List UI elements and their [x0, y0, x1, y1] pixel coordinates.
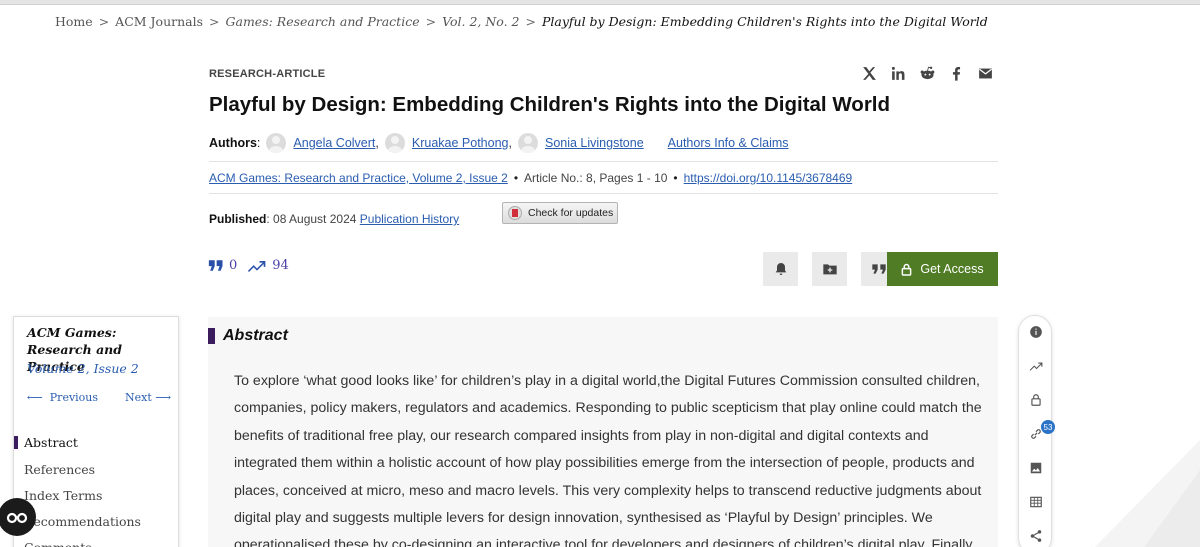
avatar: [384, 133, 405, 153]
side-tool-rail: 53: [1018, 315, 1055, 547]
toc-item-references[interactable]: References: [14, 456, 178, 482]
tables-icon[interactable]: [1028, 494, 1044, 510]
quote-icon: [871, 264, 886, 274]
figures-image-icon[interactable]: [1028, 460, 1044, 476]
authors-label: Authors: [209, 136, 257, 150]
breadcrumb-journal[interactable]: Games: Research and Practice: [226, 14, 420, 29]
breadcrumb-separator: >: [425, 14, 437, 29]
next-article-link[interactable]: Next ⟶: [125, 391, 171, 404]
facebook-icon[interactable]: [947, 64, 966, 83]
next-label: Next: [125, 391, 152, 404]
toc-item-comments[interactable]: Comments: [14, 534, 178, 547]
folder-plus-icon: [822, 264, 837, 275]
arrow-right-icon: ⟶: [155, 391, 172, 404]
article-info: Article No.: 8, Pages 1 - 10: [524, 171, 668, 185]
top-border: [0, 0, 1200, 5]
background-decoration: [1094, 440, 1200, 547]
glasses-icon: [6, 512, 28, 524]
venue-link[interactable]: ACM Games: Research and Practice, Volume…: [209, 171, 508, 185]
share-bar: [860, 64, 995, 83]
author-sonia-livingstone: Sonia Livingstone: [517, 133, 644, 153]
author-link[interactable]: Sonia Livingstone: [545, 136, 644, 150]
abstract-section: Abstract To explore ‘what good looks lik…: [208, 317, 998, 547]
references-link-icon[interactable]: 53: [1028, 420, 1055, 442]
metrics-trend-icon[interactable]: [1028, 358, 1044, 374]
published-date: 08 August 2024: [273, 212, 357, 226]
author-angela-colvert: Angela Colvert,: [266, 133, 379, 153]
article-title: Playful by Design: Embedding Children's …: [209, 93, 891, 116]
author-kruakae-pothong: Kruakae Pothong,: [384, 133, 512, 153]
email-icon[interactable]: [976, 64, 995, 83]
breadcrumb-separator: >: [209, 14, 220, 29]
toc-item-recommendations[interactable]: Recommendations: [14, 508, 178, 534]
previous-article-link[interactable]: ⟵ Previous: [27, 391, 98, 404]
author-link[interactable]: Angela Colvert: [293, 136, 375, 150]
toc-list: Abstract References Index Terms Recommen…: [14, 430, 178, 547]
linkedin-icon[interactable]: [889, 64, 908, 83]
breadcrumb: Home > ACM Journals > Games: Research and Pr…: [55, 14, 988, 29]
action-buttons: [763, 252, 896, 286]
avatar: [517, 133, 538, 153]
share-icon[interactable]: [1028, 528, 1044, 544]
get-access-label: Get Access: [920, 262, 984, 276]
breadcrumb-separator: >: [525, 14, 536, 29]
metrics-bar: 0 94: [208, 258, 299, 273]
authors-line: Authors: Angela Colvert, Kruakae Pothong…: [209, 133, 789, 153]
references-count-badge: 53: [1041, 420, 1055, 434]
divider: [209, 193, 998, 194]
avatar: [266, 133, 287, 153]
breadcrumb-current-article: Playful by Design: Embedding Children's …: [541, 14, 988, 29]
crossmark-icon: [508, 206, 522, 220]
abstract-text: To explore ‘what good looks like’ for ch…: [234, 373, 982, 547]
authors-info-claims-link[interactable]: Authors Info & Claims: [668, 136, 789, 150]
breadcrumb-issue[interactable]: Vol. 2, No. 2: [442, 14, 519, 29]
access-lock-icon[interactable]: [1028, 392, 1044, 408]
author-link[interactable]: Kruakae Pothong: [412, 136, 509, 150]
arrow-left-icon: ⟵: [27, 391, 43, 404]
article-type-label: RESEARCH-ARTICLE: [209, 68, 326, 80]
reddit-icon[interactable]: [918, 64, 937, 83]
doi-link[interactable]: https://doi.org/10.1145/3678469: [684, 171, 853, 185]
check-for-updates-button[interactable]: Check for updates: [502, 202, 618, 224]
breadcrumb-home[interactable]: Home: [55, 14, 93, 29]
bell-icon: [775, 263, 786, 275]
citations-quote-icon: [208, 260, 223, 271]
info-icon[interactable]: [1028, 324, 1044, 340]
published-line: Published: 08 August 2024 Publication Hi…: [209, 212, 460, 226]
downloads-trend-icon: [248, 260, 266, 272]
table-of-contents: ACM Games: Research and Practice Volume …: [13, 316, 179, 547]
toc-item-abstract[interactable]: Abstract: [14, 435, 178, 450]
breadcrumb-separator: >: [98, 14, 110, 29]
publication-history-link[interactable]: Publication History: [360, 212, 459, 226]
divider: [209, 161, 998, 162]
breadcrumb-acm-journals[interactable]: ACM Journals: [115, 14, 203, 29]
toc-volume-issue-link[interactable]: Volume 2, Issue 2: [27, 361, 139, 376]
abstract-heading: Abstract: [208, 327, 288, 345]
check-for-updates-label: Check for updates: [528, 207, 614, 219]
citations-count[interactable]: 0: [229, 258, 237, 273]
published-label: Published: [209, 212, 267, 226]
downloads-count[interactable]: 94: [272, 258, 289, 273]
get-access-button[interactable]: Get Access: [887, 252, 998, 286]
toc-item-index-terms[interactable]: Index Terms: [14, 482, 178, 508]
x-icon[interactable]: [860, 64, 879, 83]
previous-label: Previous: [49, 391, 99, 404]
add-to-binder-button[interactable]: [812, 252, 847, 286]
alert-button[interactable]: [763, 252, 798, 286]
lock-icon: [902, 263, 912, 276]
citation-line: ACM Games: Research and Practice, Volume…: [209, 171, 853, 185]
